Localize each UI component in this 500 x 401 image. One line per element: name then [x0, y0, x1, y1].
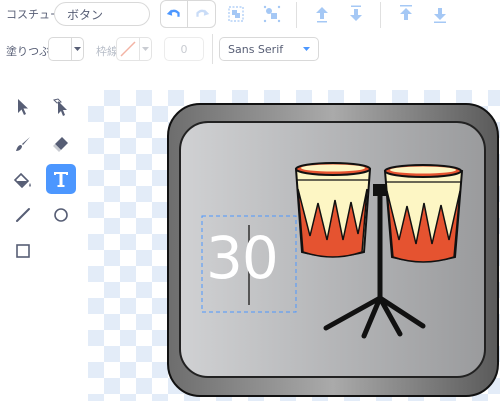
tool-select[interactable]	[8, 92, 38, 122]
toolbar-divider	[212, 34, 213, 64]
costume-name-value: ボタン	[67, 7, 104, 22]
chevron-down-icon	[303, 46, 310, 51]
fill-color-picker[interactable]	[48, 37, 84, 61]
font-dropdown[interactable]: Sans Serif	[219, 37, 319, 61]
chevron-down-icon	[72, 38, 83, 60]
redo-icon	[195, 9, 209, 17]
group-button[interactable]	[226, 4, 246, 24]
ungroup-button[interactable]	[262, 4, 282, 24]
costume-artwork	[167, 103, 499, 397]
line-icon	[16, 208, 30, 222]
outline-width-input[interactable]: 0	[164, 37, 204, 61]
tool-line[interactable]	[8, 200, 38, 230]
ungroup-icon	[263, 5, 281, 23]
undo-button[interactable]	[160, 0, 188, 28]
fill-bucket-icon	[13, 172, 31, 189]
select-arrow-icon	[18, 99, 28, 115]
tool-circle[interactable]	[46, 200, 76, 230]
fill-color-swatch	[49, 38, 72, 60]
tool-eraser[interactable]	[46, 129, 76, 159]
tool-text[interactable]	[46, 164, 76, 194]
forward-icon	[316, 7, 328, 23]
tool-reshape[interactable]	[46, 92, 76, 122]
group-icon	[228, 6, 244, 22]
chevron-down-icon	[140, 38, 151, 60]
rectangle-icon	[16, 244, 30, 258]
back-icon	[434, 8, 446, 23]
backward-button[interactable]	[346, 4, 366, 24]
brush-icon	[16, 137, 30, 151]
canvas-text[interactable]: 30	[206, 226, 279, 290]
eraser-icon	[53, 137, 68, 152]
back-button[interactable]	[430, 4, 450, 24]
text-tool-icon	[54, 172, 68, 187]
undo-redo-group	[160, 0, 216, 28]
front-icon	[400, 5, 412, 20]
font-value: Sans Serif	[228, 42, 284, 56]
toolbar-divider	[296, 2, 297, 28]
costume-name-input[interactable]: ボタン	[54, 2, 150, 26]
outline-label: 枠線	[96, 45, 118, 58]
paint-canvas[interactable]: 30	[88, 90, 500, 401]
undo-icon	[166, 9, 180, 17]
outline-width-value: 0	[180, 42, 188, 56]
front-button[interactable]	[396, 4, 416, 24]
tool-rectangle[interactable]	[8, 236, 38, 266]
redo-button[interactable]	[188, 0, 216, 28]
tool-fill[interactable]	[8, 166, 38, 196]
circle-icon	[54, 208, 68, 222]
left-drum	[294, 162, 372, 258]
outline-color-picker[interactable]	[116, 37, 152, 61]
toolbar-divider	[380, 2, 381, 28]
right-drum	[383, 164, 464, 263]
reshape-icon	[53, 98, 67, 116]
forward-button[interactable]	[312, 4, 332, 24]
no-color-icon	[117, 38, 140, 60]
tool-brush[interactable]	[8, 129, 38, 159]
backward-icon	[350, 5, 362, 21]
